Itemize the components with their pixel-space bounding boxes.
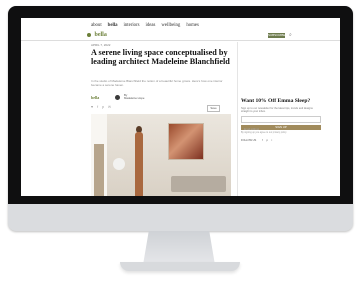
- site-logo[interactable]: bella: [87, 32, 107, 38]
- facebook-icon[interactable]: f: [97, 105, 98, 109]
- nav-homes[interactable]: homes: [186, 23, 199, 28]
- secondary-header: bella SUBSCRIBE ⌕: [21, 31, 340, 41]
- nav-bella[interactable]: bella: [108, 23, 118, 28]
- photo-shelf: [94, 144, 104, 196]
- author-avatar: [115, 94, 120, 100]
- email-icon[interactable]: ✉: [108, 105, 111, 109]
- follow-label: FOLLOW US: [241, 139, 257, 143]
- photo-artwork: [168, 123, 204, 160]
- content-divider: [237, 42, 238, 196]
- browser-screen: about bella interiors ideas wellbeing ho…: [21, 18, 340, 196]
- search-icon[interactable]: ⌕: [289, 32, 292, 38]
- photo-flowers: [113, 158, 125, 170]
- save-button[interactable]: Save: [207, 105, 220, 112]
- pinterest-follow-icon[interactable]: p: [266, 139, 267, 142]
- photo-person: [135, 132, 143, 196]
- follow-row: FOLLOW US f p i: [241, 139, 321, 142]
- article-byline: bella By Madeleine Hope: [91, 94, 144, 100]
- promo-text: Sign up to our newsletter for the latest…: [241, 107, 313, 114]
- subscribe-button[interactable]: SUBSCRIBE: [268, 33, 285, 38]
- privacy-note: By signing up you agree to our privacy p…: [241, 132, 287, 135]
- article-headline: A serene living space conceptualised by …: [91, 48, 230, 66]
- article-date: APRIL 7, 2022: [91, 43, 111, 47]
- monitor-stand-neck: [143, 231, 215, 265]
- site-logo-text: bella: [94, 32, 107, 38]
- nav-ideas[interactable]: ideas: [146, 23, 156, 28]
- newsletter-sidebar: Want 10% Off Emma Sleep? Sign up to our …: [241, 98, 321, 142]
- share-icons: ♥ f p ✉: [91, 105, 111, 109]
- pinterest-icon[interactable]: p: [102, 105, 104, 109]
- logo-dot-icon: [87, 32, 91, 37]
- byline-logo: bella: [91, 94, 100, 100]
- article-dek: In the studio of Madeleine Blanchfield t…: [91, 79, 223, 87]
- email-placeholder: Email address: [244, 128, 260, 132]
- nav-about[interactable]: about: [91, 23, 102, 28]
- nav-wellbeing[interactable]: wellbeing: [161, 23, 180, 28]
- facebook-follow-icon[interactable]: f: [262, 139, 263, 142]
- apple-logo-icon: [184, 211, 197, 225]
- promo-title: Want 10% Off Emma Sleep?: [241, 98, 311, 104]
- instagram-follow-icon[interactable]: i: [272, 139, 273, 142]
- article-hero-image: [91, 114, 231, 196]
- top-navigation: about bella interiors ideas wellbeing ho…: [91, 20, 199, 30]
- nav-interiors[interactable]: interiors: [124, 23, 140, 28]
- monitor-stand-foot: [120, 262, 240, 271]
- photo-sofa: [171, 176, 226, 192]
- imac-monitor: about bella interiors ideas wellbeing ho…: [8, 6, 353, 231]
- email-field[interactable]: Email address: [241, 116, 321, 131]
- author-info: By Madeleine Hope: [124, 94, 144, 100]
- heart-icon[interactable]: ♥: [91, 105, 93, 109]
- screen-bezel: about bella interiors ideas wellbeing ho…: [8, 6, 353, 204]
- author-name[interactable]: Madeleine Hope: [124, 97, 144, 100]
